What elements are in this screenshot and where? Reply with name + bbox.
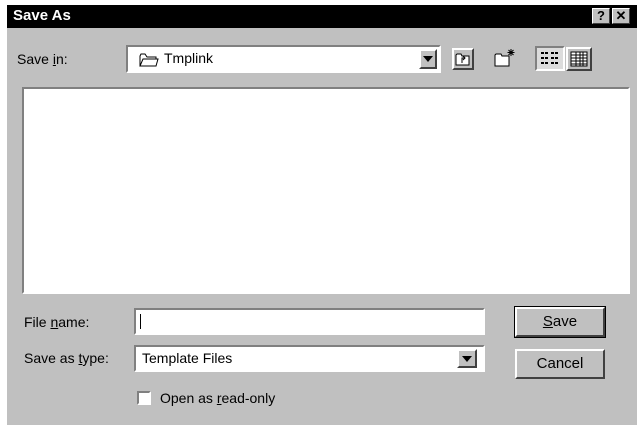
current-folder-name: Tmplink [164, 50, 214, 66]
save-in-label: Save in: [17, 51, 68, 67]
cancel-button[interactable]: Cancel [515, 349, 605, 379]
details-view-icon [570, 51, 588, 67]
selected-file-type: Template Files [142, 350, 233, 366]
up-one-level-icon [455, 53, 470, 66]
window-title: Save As [13, 7, 71, 24]
chevron-down-icon [423, 56, 433, 62]
folder-icon [139, 53, 159, 67]
title-bar: Save As ? ✕ [7, 5, 637, 28]
file-list[interactable] [22, 87, 630, 294]
save-button[interactable]: Save [514, 306, 606, 338]
file-name-input[interactable] [134, 308, 485, 335]
help-button[interactable]: ? [592, 8, 610, 24]
list-view-button[interactable] [535, 46, 565, 71]
save-as-type-dropdown-button[interactable] [457, 349, 477, 368]
create-new-folder-icon [494, 49, 515, 67]
save-as-type-label: Save as type: [24, 350, 109, 366]
create-new-folder-button[interactable] [493, 47, 517, 69]
save-as-dialog: Save As ? ✕ Save in: Tmplink File name: … [7, 5, 637, 425]
close-button[interactable]: ✕ [612, 8, 630, 24]
details-view-button[interactable] [566, 47, 592, 71]
up-one-level-button[interactable] [452, 48, 474, 70]
chevron-down-icon [462, 356, 472, 362]
read-only-label: Open as read-only [160, 390, 276, 406]
text-cursor [140, 314, 141, 329]
list-view-icon [541, 52, 558, 64]
save-as-type-dropdown[interactable]: Template Files [134, 345, 485, 372]
file-name-label: File name: [24, 314, 90, 330]
read-only-checkbox[interactable] [137, 391, 151, 405]
save-in-dropdown-button[interactable] [419, 49, 437, 69]
save-in-dropdown[interactable]: Tmplink [126, 45, 441, 73]
